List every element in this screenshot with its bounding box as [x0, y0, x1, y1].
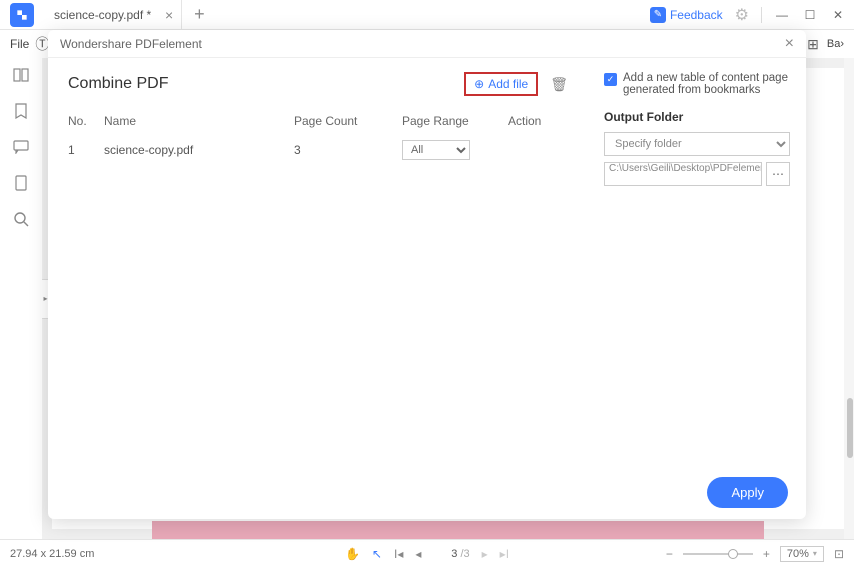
vertical-scrollbar[interactable]: [844, 58, 854, 539]
titlebar: science-copy.pdf * × + ✎ Feedback ⚙ — ☐ …: [0, 0, 854, 30]
zoom-level-label: 70%: [787, 548, 809, 560]
checkbox-checked-icon[interactable]: ✓: [604, 73, 617, 86]
close-button[interactable]: ✕: [830, 7, 846, 23]
row-name: science-copy.pdf: [104, 143, 294, 157]
prev-page-icon[interactable]: ◂: [415, 547, 421, 561]
zoom-level-dropdown[interactable]: 70%▾: [780, 546, 824, 562]
apps-icon[interactable]: ⊞: [807, 36, 819, 53]
page-indicator: /3: [433, 548, 469, 560]
output-folder-select[interactable]: Specify folder: [604, 132, 790, 156]
scrollbar-thumb[interactable]: [847, 398, 853, 458]
next-page-icon[interactable]: ▸: [482, 547, 488, 561]
first-page-icon[interactable]: I◂: [394, 547, 403, 561]
col-no: No.: [68, 114, 104, 128]
row-no: 1: [68, 143, 104, 157]
statusbar: 27.94 x 21.59 cm ✋ ↖ I◂ ◂ /3 ▸ ▸I − + 70…: [0, 539, 854, 567]
zoom-in-icon[interactable]: +: [763, 547, 770, 561]
zoom-out-icon[interactable]: −: [666, 547, 673, 561]
feedback-icon: ✎: [650, 7, 666, 23]
feedback-button[interactable]: ✎ Feedback: [650, 7, 723, 23]
hand-tool-icon[interactable]: ✋: [345, 547, 360, 561]
delete-icon[interactable]: 🗑: [550, 76, 568, 93]
plus-circle-icon: ⊕: [474, 77, 484, 91]
feedback-label: Feedback: [670, 8, 723, 22]
settings-icon[interactable]: ⚙: [735, 5, 749, 25]
new-tab-button[interactable]: +: [182, 4, 217, 25]
dialog-title: Wondershare PDFelement: [60, 37, 202, 51]
col-count: Page Count: [294, 114, 402, 128]
attachment-icon[interactable]: [12, 174, 30, 192]
panel-title: Combine PDF: [68, 75, 168, 93]
combine-file-panel: Combine PDF ⊕ Add file 🗑 No. Name Page C…: [48, 58, 588, 465]
maximize-button[interactable]: ☐: [802, 7, 818, 23]
add-file-button[interactable]: ⊕ Add file: [464, 72, 538, 96]
dialog-footer: Apply: [48, 465, 806, 519]
bookmark-icon[interactable]: [12, 102, 30, 120]
col-name: Name: [104, 114, 294, 128]
row-count: 3: [294, 143, 402, 157]
apply-button[interactable]: Apply: [707, 477, 788, 508]
left-sidebar: [0, 58, 42, 539]
document-content-bar: [152, 521, 764, 539]
comment-icon[interactable]: [12, 138, 30, 156]
col-range: Page Range: [402, 114, 508, 128]
last-page-icon[interactable]: ▸I: [500, 547, 509, 561]
minimize-button[interactable]: —: [774, 7, 790, 23]
add-file-label: Add file: [488, 77, 528, 91]
table-row[interactable]: 1 science-copy.pdf 3 All: [68, 134, 568, 166]
combine-options-panel: ✓ Add a new table of content page genera…: [588, 58, 806, 465]
bookmark-toc-option[interactable]: ✓ Add a new table of content page genera…: [604, 72, 790, 96]
page-range-select[interactable]: All: [402, 140, 470, 160]
col-action: Action: [508, 114, 568, 128]
page-input[interactable]: [433, 548, 457, 560]
batch-label[interactable]: Ba›: [827, 38, 844, 50]
page-dimensions: 27.94 x 21.59 cm: [10, 548, 94, 560]
search-icon[interactable]: [12, 210, 30, 228]
browse-button[interactable]: ⋯: [766, 162, 790, 186]
select-tool-icon[interactable]: ↖: [372, 547, 382, 561]
output-path-field[interactable]: C:\Users\Geili\Desktop\PDFelement\Cc: [604, 162, 762, 186]
file-menu[interactable]: File: [10, 37, 29, 51]
table-header: No. Name Page Count Page Range Action: [68, 108, 568, 134]
separator: [761, 7, 762, 23]
output-folder-label: Output Folder: [604, 110, 790, 124]
zoom-slider[interactable]: [683, 553, 753, 555]
combine-pdf-dialog: Wondershare PDFelement × Combine PDF ⊕ A…: [48, 30, 806, 519]
tab-label: science-copy.pdf *: [54, 8, 151, 22]
zoom-slider-thumb[interactable]: [728, 549, 738, 559]
thumbnails-icon[interactable]: [12, 66, 30, 84]
close-icon[interactable]: ×: [165, 7, 173, 23]
dialog-header: Wondershare PDFelement ×: [48, 30, 806, 58]
dialog-close-button[interactable]: ×: [785, 35, 794, 53]
page-total: /3: [460, 548, 469, 560]
row-range: All: [402, 140, 508, 160]
app-logo: [10, 3, 34, 27]
document-tab[interactable]: science-copy.pdf * ×: [44, 0, 182, 30]
fit-page-icon[interactable]: ⊡: [834, 547, 844, 561]
bookmark-toc-label: Add a new table of content page generate…: [623, 72, 790, 96]
